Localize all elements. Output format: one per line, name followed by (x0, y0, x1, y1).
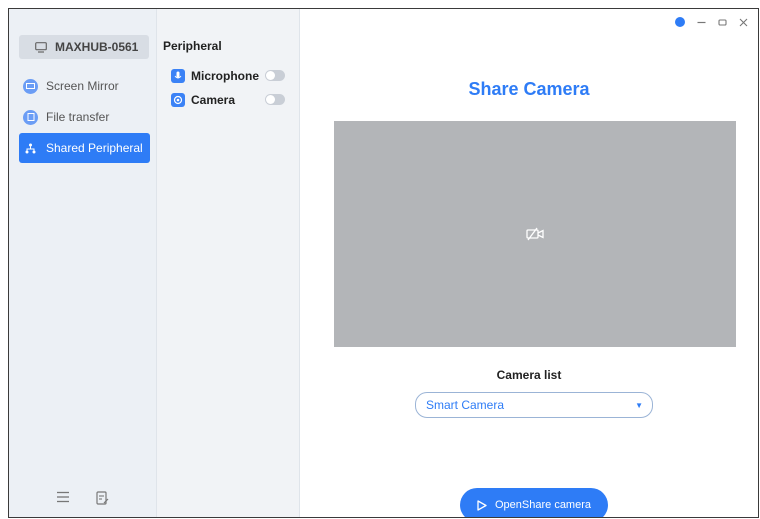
app-window: MAXHUB-0561 Screen Mirror File transfer (8, 8, 759, 518)
status-icon[interactable] (675, 17, 685, 27)
camera-select[interactable]: Smart Camera ▼ (415, 392, 653, 418)
camera-off-icon (526, 227, 544, 241)
camera-select-value: Smart Camera (426, 398, 505, 412)
play-icon (477, 499, 487, 511)
sidebar-item-label: Screen Mirror (46, 79, 119, 93)
sidebar-item-screen-mirror[interactable]: Screen Mirror (19, 71, 150, 101)
main-panel: Share Camera Camera list Smart Camera ▼ … (300, 9, 758, 517)
peripheral-item-label: Microphone (191, 69, 259, 83)
sidebar: MAXHUB-0561 Screen Mirror File transfer (9, 9, 157, 517)
maximize-icon[interactable] (718, 18, 727, 27)
camera-icon (171, 93, 185, 107)
minimize-icon[interactable] (697, 18, 706, 27)
microphone-icon (171, 69, 185, 83)
peripheral-title: Peripheral (163, 39, 222, 53)
camera-toggle[interactable] (265, 94, 285, 105)
sidebar-footer (9, 491, 156, 505)
microphone-toggle[interactable] (265, 70, 285, 81)
peripheral-item-label: Camera (191, 93, 236, 107)
camera-preview (334, 121, 736, 347)
sidebar-item-label: Shared Peripheral (46, 141, 143, 155)
window-controls (675, 17, 748, 27)
open-share-camera-label: OpenShare camera (495, 499, 591, 511)
sidebar-item-shared-peripheral[interactable]: Shared Peripheral (19, 133, 150, 163)
screen-mirror-icon (23, 78, 38, 94)
device-selector[interactable]: MAXHUB-0561 (19, 35, 149, 59)
peripheral-item-camera: Camera (171, 91, 289, 109)
device-name: MAXHUB-0561 (55, 40, 139, 54)
sidebar-item-file-transfer[interactable]: File transfer (19, 102, 150, 132)
peripheral-item-microphone: Microphone (171, 67, 289, 85)
open-share-camera-button[interactable]: OpenShare camera (460, 488, 608, 517)
monitor-icon (35, 41, 47, 53)
peripheral-panel: Peripheral Microphone Camera (157, 9, 300, 517)
sidebar-item-label: File transfer (46, 110, 110, 124)
chevron-down-icon: ▼ (635, 400, 643, 410)
feedback-icon[interactable] (96, 491, 109, 505)
camera-list-label: Camera list (496, 368, 562, 382)
network-icon (23, 141, 38, 156)
file-transfer-icon (23, 109, 38, 125)
close-icon[interactable] (739, 18, 748, 27)
menu-icon[interactable] (56, 491, 70, 503)
page-title: Share Camera (468, 79, 590, 99)
